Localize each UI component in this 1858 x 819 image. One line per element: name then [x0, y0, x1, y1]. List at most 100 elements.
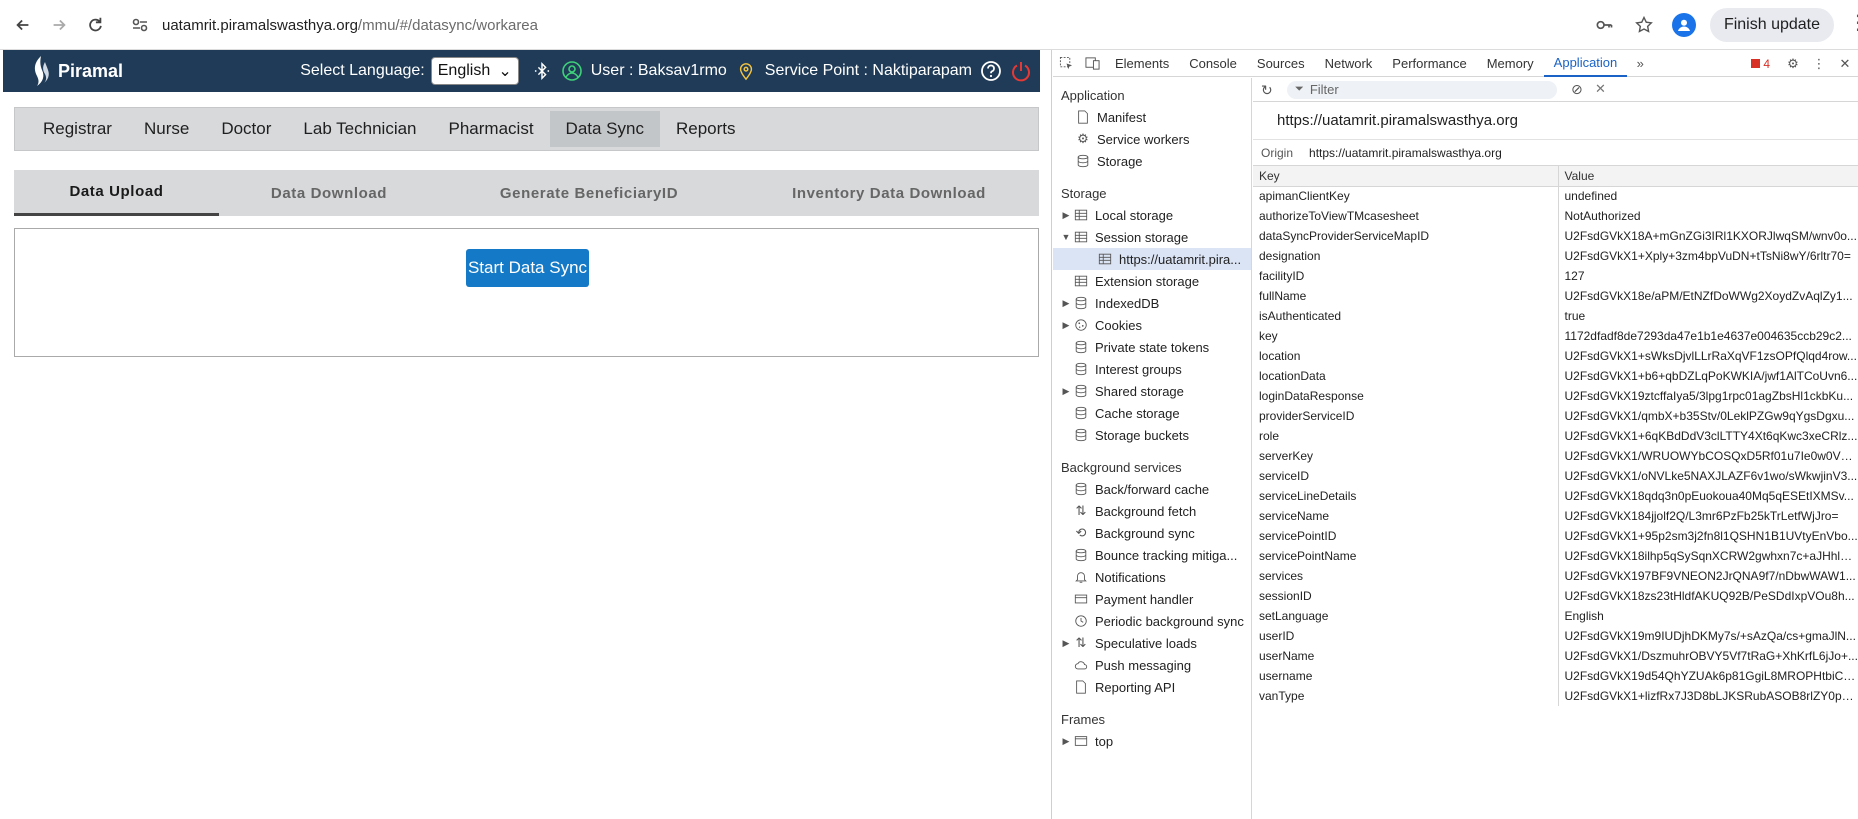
table-row[interactable]: loginDataResponse U2FsdGVkX19ztcffaIya5/3…	[1253, 386, 1858, 406]
storage-key-cell[interactable]: serviceLineDetails	[1253, 486, 1559, 506]
sidebar-item-storage-buckets[interactable]: Storage buckets	[1053, 424, 1251, 446]
devtools-tab-elements[interactable]: Elements	[1105, 50, 1179, 77]
table-row[interactable]: username U2FsdGVkX19d54QhYZUAk6p81GgiL8MR…	[1253, 666, 1858, 686]
storage-key-cell[interactable]: location	[1253, 346, 1559, 366]
table-row[interactable]: serviceID U2FsdGVkX1/oNVLke5NAXJLAZF6v1wo…	[1253, 466, 1858, 486]
storage-key-cell[interactable]: vanType	[1253, 686, 1559, 706]
storage-value-cell[interactable]: U2FsdGVkX184jjolf2Q/L3mr6PzFb25kTrLetfWj…	[1558, 506, 1858, 526]
sidebar-item-storage[interactable]: Storage	[1053, 150, 1251, 172]
table-row[interactable]: isAuthenticated true	[1253, 306, 1858, 326]
storage-key-cell[interactable]: locationData	[1253, 366, 1559, 386]
clear-all-icon[interactable]: ⊘	[1571, 81, 1583, 98]
sidebar-item-indexeddb[interactable]: ▶ IndexedDB	[1053, 292, 1251, 314]
tab-pharmacist[interactable]: Pharmacist	[433, 111, 550, 147]
storage-key-cell[interactable]: serviceID	[1253, 466, 1559, 486]
storage-key-cell[interactable]: serviceName	[1253, 506, 1559, 526]
devtools-tab-network[interactable]: Network	[1315, 50, 1383, 77]
sidebar-item-payment-handler[interactable]: Payment handler	[1053, 588, 1251, 610]
table-row[interactable]: vanType U2FsdGVkX1+lizfRx7J3D8bLJKSRubASO…	[1253, 686, 1858, 706]
sidebar-item-service-workers[interactable]: ⚙ Service workers	[1053, 128, 1251, 150]
sidebar-item-background-fetch[interactable]: ⇅ Background fetch	[1053, 500, 1251, 522]
storage-value-cell[interactable]: U2FsdGVkX18qdq3n0pEuokoua40Mq5qESEtIXMSv…	[1558, 486, 1858, 506]
table-row[interactable]: serverKey U2FsdGVkX1/WRUOWYbCOSQxD5Rf01u7…	[1253, 446, 1858, 466]
start-data-sync-button[interactable]: Start Data Sync	[466, 249, 589, 287]
storage-value-cell[interactable]: U2FsdGVkX1+Xply+3zm4bpVuDN+tTsNi8wY/6rlt…	[1558, 246, 1858, 266]
table-row[interactable]: location U2FsdGVkX1+sWksDjvlLLrRaXqVF1zsO…	[1253, 346, 1858, 366]
devtools-tab-sources[interactable]: Sources	[1247, 50, 1315, 77]
tab-nurse[interactable]: Nurse	[128, 111, 205, 147]
sidebar-item-https-uatamrit-pira[interactable]: https://uatamrit.pira...	[1053, 248, 1251, 270]
storage-value-cell[interactable]: U2FsdGVkX197BF9VNEON2JrQNA9f7/nDbwWAW1..…	[1558, 566, 1858, 586]
sidebar-item-top[interactable]: ▶ top	[1053, 730, 1251, 752]
collapsed-arrow-icon[interactable]: ▶	[1059, 736, 1073, 747]
sidebar-item-back-forward-cache[interactable]: Back/forward cache	[1053, 478, 1251, 500]
table-row[interactable]: role U2FsdGVkX1+6qKBdDdV3clLTTY4Xt6qKwc3x…	[1253, 426, 1858, 446]
table-row[interactable]: setLanguage English	[1253, 606, 1858, 626]
devtools-tab-console[interactable]: Console	[1179, 50, 1247, 77]
storage-key-cell[interactable]: loginDataResponse	[1253, 386, 1559, 406]
collapsed-arrow-icon[interactable]: ▶	[1059, 298, 1073, 309]
reload-icon[interactable]	[82, 12, 108, 38]
storage-key-cell[interactable]: role	[1253, 426, 1559, 446]
column-header-key[interactable]: Key	[1253, 166, 1559, 187]
sidebar-item-private-state-tokens[interactable]: Private state tokens	[1053, 336, 1251, 358]
table-row[interactable]: userID U2FsdGVkX19m9IUDjhDKMy7s/+sAzQa/cs…	[1253, 626, 1858, 646]
storage-key-cell[interactable]: providerServiceID	[1253, 406, 1559, 426]
storage-value-cell[interactable]: U2FsdGVkX18A+mGnZGi3IRl1KXORJlwqSM/wnv0o…	[1558, 226, 1858, 246]
column-header-value[interactable]: Value	[1558, 166, 1858, 187]
back-icon[interactable]	[10, 12, 36, 38]
device-toolbar-icon[interactable]	[1079, 50, 1105, 76]
storage-key-cell[interactable]: userName	[1253, 646, 1559, 666]
password-key-icon[interactable]	[1592, 13, 1616, 37]
storage-value-cell[interactable]: U2FsdGVkX1+lizfRx7J3D8bLJKSRubASOB8rlZY0…	[1558, 686, 1858, 706]
tab-registrar[interactable]: Registrar	[27, 111, 128, 147]
bluetooth-icon[interactable]	[531, 60, 553, 82]
devtools-menu-icon[interactable]: ⋮	[1806, 51, 1832, 77]
storage-value-cell[interactable]: U2FsdGVkX1/qmbX+b35Stv/0LeklPZGw9qYgsDgx…	[1558, 406, 1858, 426]
storage-value-cell[interactable]: U2FsdGVkX1+6qKBdDdV3clLTTY4Xt6qKwc3xeCRl…	[1558, 426, 1858, 446]
sidebar-item-speculative-loads[interactable]: ▶ ⇅ Speculative loads	[1053, 632, 1251, 654]
language-select[interactable]: English ⌄	[430, 57, 519, 85]
tab-doctor[interactable]: Doctor	[205, 111, 287, 147]
storage-key-cell[interactable]: fullName	[1253, 286, 1559, 306]
storage-key-cell[interactable]: key	[1253, 326, 1559, 346]
sidebar-item-shared-storage[interactable]: ▶ Shared storage	[1053, 380, 1251, 402]
sidebar-item-background-sync[interactable]: ⟲ Background sync	[1053, 522, 1251, 544]
devtools-tab-performance[interactable]: Performance	[1382, 50, 1476, 77]
inspect-element-icon[interactable]	[1053, 50, 1079, 76]
profile-avatar-icon[interactable]	[1671, 13, 1696, 37]
storage-key-cell[interactable]: sessionID	[1253, 586, 1559, 606]
storage-value-cell[interactable]: U2FsdGVkX18zs23tHldfAKUQ92B/PeSDdIxpVOu8…	[1558, 586, 1858, 606]
storage-value-cell[interactable]: U2FsdGVkX19ztcffaIya5/3lpg1rpc01agZbsHl1…	[1558, 386, 1858, 406]
storage-value-cell[interactable]: true	[1558, 306, 1858, 326]
storage-key-cell[interactable]: serverKey	[1253, 446, 1559, 466]
sidebar-item-notifications[interactable]: Notifications	[1053, 566, 1251, 588]
storage-key-cell[interactable]: username	[1253, 666, 1559, 686]
bookmark-star-icon[interactable]	[1632, 13, 1656, 37]
storage-value-cell[interactable]: U2FsdGVkX1+95p2sm3j2fn8l1QSHN1B1UVtyEnVb…	[1558, 526, 1858, 546]
delete-selected-icon[interactable]: ✕	[1595, 81, 1606, 97]
table-row[interactable]: servicePointName U2FsdGVkX18ilhp5qSySqnXC…	[1253, 546, 1858, 566]
collapsed-arrow-icon[interactable]: ▶	[1059, 320, 1073, 331]
tab-reports[interactable]: Reports	[660, 111, 752, 147]
storage-value-cell[interactable]: U2FsdGVkX19m9IUDjhDKMy7s/+sAzQa/cs+gmaJl…	[1558, 626, 1858, 646]
settings-gear-icon[interactable]: ⚙	[1780, 51, 1806, 77]
error-count-badge[interactable]: 4	[1751, 57, 1770, 71]
tab-generate-beneficiary-id[interactable]: Generate BeneficiaryID	[439, 170, 739, 216]
devtools-tab-application[interactable]: Application	[1543, 50, 1628, 77]
table-row[interactable]: key 1172dfadf8de7293da47e1b1e4637e004635c…	[1253, 326, 1858, 346]
storage-key-cell[interactable]: authorizeToViewTMcasesheet	[1253, 206, 1559, 226]
table-row[interactable]: authorizeToViewTMcasesheet NotAuthorized	[1253, 206, 1858, 226]
storage-value-cell[interactable]: U2FsdGVkX1/DszmuhrOBVY5Vf7tRaG+XhKrfL6jJ…	[1558, 646, 1858, 666]
storage-value-cell[interactable]: U2FsdGVkX19d54QhYZUAk6p81GgiL8MROPHtbiC0…	[1558, 666, 1858, 686]
table-row[interactable]: sessionID U2FsdGVkX18zs23tHldfAKUQ92B/PeS…	[1253, 586, 1858, 606]
table-row[interactable]: serviceName U2FsdGVkX184jjolf2Q/L3mr6PzFb…	[1253, 506, 1858, 526]
site-settings-icon[interactable]	[130, 15, 150, 35]
power-logout-icon[interactable]	[1010, 60, 1032, 82]
storage-key-cell[interactable]: services	[1253, 566, 1559, 586]
tab-data-sync[interactable]: Data Sync	[549, 111, 660, 147]
storage-value-cell[interactable]: U2FsdGVkX1+sWksDjvlLLrRaXqVF1zsOPfQlqd4r…	[1558, 346, 1858, 366]
storage-key-cell[interactable]: servicePointName	[1253, 546, 1559, 566]
table-row[interactable]: servicePointID U2FsdGVkX1+95p2sm3j2fn8l1Q…	[1253, 526, 1858, 546]
storage-value-cell[interactable]: U2FsdGVkX18ilhp5qSySqnXCRW2gwhxn7c+aJHhl…	[1558, 546, 1858, 566]
